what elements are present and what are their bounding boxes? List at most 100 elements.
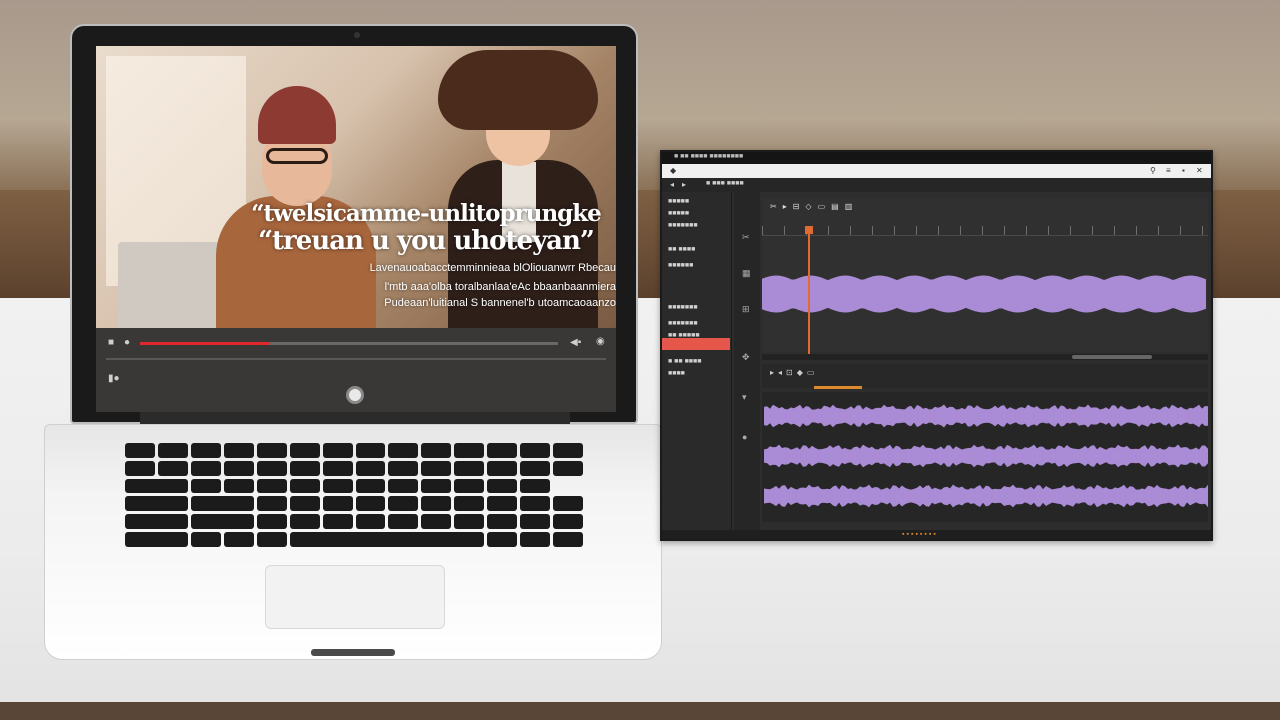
- play-pause-icon[interactable]: ▮●: [108, 374, 120, 384]
- key[interactable]: [190, 496, 254, 512]
- key[interactable]: [322, 496, 353, 512]
- key[interactable]: [487, 478, 518, 494]
- panel-item[interactable]: ■■ ■■■■■: [668, 332, 700, 339]
- waveform-upper[interactable]: [762, 272, 1208, 316]
- key[interactable]: [289, 443, 320, 458]
- scissors-icon[interactable]: ✂: [742, 232, 750, 243]
- key[interactable]: [421, 460, 452, 476]
- key[interactable]: [454, 496, 485, 512]
- key[interactable]: [520, 443, 551, 458]
- key[interactable]: [223, 443, 254, 458]
- key[interactable]: [520, 478, 551, 494]
- key[interactable]: [256, 532, 287, 547]
- key[interactable]: [487, 532, 518, 547]
- key[interactable]: [454, 443, 485, 458]
- key[interactable]: [289, 460, 320, 476]
- key[interactable]: [553, 443, 583, 458]
- panel-item[interactable]: ■■ ■■■■: [668, 246, 695, 253]
- key[interactable]: [421, 478, 452, 494]
- waveform-track-2[interactable]: [764, 438, 1208, 474]
- hand-icon[interactable]: ✥: [742, 352, 750, 363]
- key[interactable]: [125, 460, 155, 476]
- key[interactable]: [157, 460, 188, 476]
- key[interactable]: [388, 478, 419, 494]
- close-icon[interactable]: ✕: [1196, 166, 1203, 176]
- key[interactable]: [322, 460, 353, 476]
- key[interactable]: [256, 496, 287, 512]
- region-marker[interactable]: [814, 386, 862, 389]
- search-icon[interactable]: ⚲: [1150, 166, 1156, 176]
- menu-text[interactable]: ■ ■■ ■■■■ ■■■■■■■■: [674, 153, 743, 160]
- panel-item[interactable]: ■■■■■: [668, 210, 689, 217]
- center-play-button[interactable]: [346, 386, 364, 404]
- key[interactable]: [190, 532, 221, 547]
- key[interactable]: [256, 443, 287, 458]
- key[interactable]: [289, 496, 320, 512]
- minimize-icon[interactable]: ▪: [1182, 166, 1185, 176]
- volume-icon[interactable]: ●: [124, 338, 130, 348]
- select-icon[interactable]: ▦: [742, 268, 751, 279]
- key[interactable]: [388, 496, 419, 512]
- panel-item[interactable]: ■■■■■■■: [668, 320, 698, 327]
- key[interactable]: [190, 514, 254, 530]
- horizontal-scrollbar[interactable]: [762, 354, 1208, 360]
- spacebar-key[interactable]: [289, 532, 485, 547]
- key[interactable]: [256, 514, 287, 530]
- play-icon[interactable]: ■: [108, 338, 114, 348]
- panel-item[interactable]: ■■■■■■■: [668, 304, 698, 311]
- key[interactable]: [553, 514, 583, 530]
- key[interactable]: [454, 478, 485, 494]
- key[interactable]: [355, 460, 386, 476]
- key[interactable]: [388, 460, 419, 476]
- key[interactable]: [190, 478, 221, 494]
- key[interactable]: [125, 514, 188, 530]
- upper-track[interactable]: ✂▸⊟◇▭▤▥: [762, 198, 1208, 354]
- key[interactable]: [223, 460, 254, 476]
- key[interactable]: [289, 514, 320, 530]
- key[interactable]: [553, 532, 583, 547]
- trackpad[interactable]: [265, 565, 445, 629]
- key[interactable]: [520, 496, 551, 512]
- panel-item[interactable]: ■■■■■: [668, 198, 689, 205]
- key[interactable]: [487, 514, 518, 530]
- key[interactable]: [256, 478, 287, 494]
- lower-tools[interactable]: ▸◂⊡◆▭: [770, 368, 818, 377]
- playhead-handle[interactable]: [805, 226, 813, 234]
- key[interactable]: [520, 460, 551, 476]
- key[interactable]: [487, 460, 518, 476]
- record-icon[interactable]: ●: [742, 432, 747, 442]
- zoom-icon[interactable]: ⊞: [742, 304, 750, 315]
- seek-track[interactable]: [106, 358, 606, 360]
- key[interactable]: [289, 478, 320, 494]
- key[interactable]: [421, 496, 452, 512]
- key[interactable]: [125, 443, 155, 458]
- key[interactable]: [454, 460, 485, 476]
- panel-item[interactable]: ■■■■: [668, 370, 685, 377]
- back-icon[interactable]: ◂: [670, 180, 674, 190]
- key[interactable]: [125, 496, 188, 512]
- settings-icon[interactable]: ◀▪: [570, 338, 581, 348]
- waveform-track-3[interactable]: [764, 478, 1208, 514]
- fullscreen-icon[interactable]: ◉: [596, 337, 605, 347]
- panel-item[interactable]: ■ ■■ ■■■■: [668, 358, 702, 365]
- key[interactable]: [454, 514, 485, 530]
- panel-item[interactable]: ■■■■■■■: [668, 222, 698, 229]
- key[interactable]: [421, 514, 452, 530]
- panel-item[interactable]: ■■■■■■: [668, 262, 693, 269]
- key[interactable]: [256, 460, 287, 476]
- progress-bar[interactable]: [140, 342, 558, 345]
- key[interactable]: [487, 443, 518, 458]
- key[interactable]: [520, 532, 551, 547]
- scroll-thumb[interactable]: [1072, 355, 1152, 359]
- key[interactable]: [355, 443, 386, 458]
- key[interactable]: [355, 496, 386, 512]
- key[interactable]: [223, 532, 254, 547]
- key[interactable]: [355, 514, 386, 530]
- key[interactable]: [223, 478, 254, 494]
- key[interactable]: [190, 443, 221, 458]
- timeline-ruler[interactable]: [762, 226, 1208, 236]
- key[interactable]: [553, 460, 583, 476]
- marker-icon[interactable]: ▾: [742, 392, 747, 403]
- key[interactable]: [157, 443, 188, 458]
- waveform-track-1[interactable]: [764, 398, 1208, 434]
